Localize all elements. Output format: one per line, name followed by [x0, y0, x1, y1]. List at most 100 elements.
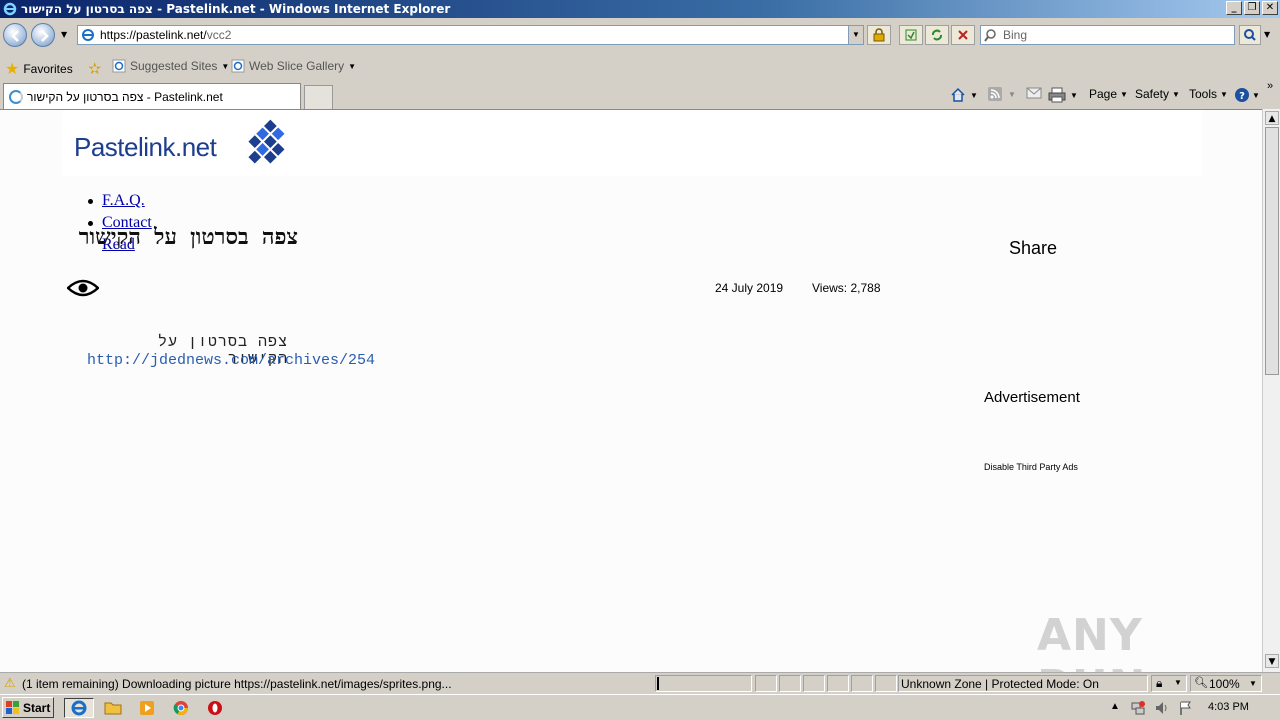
- address-bar[interactable]: https://pastelink.net/vcc2 ▼: [77, 25, 864, 45]
- volume-icon[interactable]: [1154, 700, 1170, 716]
- scroll-thumb[interactable]: [1265, 127, 1279, 375]
- refresh-button[interactable]: [925, 25, 949, 45]
- safety-menu-label: Safety: [1135, 87, 1170, 101]
- web-slice-gallery-link[interactable]: Web Slice Gallery ▼: [231, 59, 356, 73]
- post-views: Views: 2,788: [812, 281, 881, 295]
- chevron-down-icon: ▼: [1172, 89, 1180, 99]
- toolbar-overflow-icon[interactable]: »: [1267, 80, 1273, 92]
- close-button[interactable]: ✕: [1262, 1, 1278, 15]
- site-logo[interactable]: Pastelink.net: [74, 132, 217, 163]
- chevron-down-icon: ▼: [1174, 678, 1182, 687]
- status-message-cell: (1 item remaining) Downloading picture h…: [0, 675, 652, 692]
- logo-diamond-icon: [248, 119, 285, 164]
- start-button[interactable]: Start: [2, 697, 54, 718]
- chevron-down-icon: ▼: [1249, 679, 1257, 688]
- page-menu[interactable]: Page ▼: [1089, 87, 1128, 101]
- stop-x-icon: [958, 30, 968, 40]
- forward-button[interactable]: [31, 23, 55, 47]
- opera-icon: [208, 701, 222, 715]
- chrome-icon: [173, 701, 188, 715]
- search-icon: [984, 29, 996, 42]
- add-to-favorites-bar-button[interactable]: ✫: [88, 59, 101, 79]
- new-tab-button[interactable]: [304, 85, 333, 109]
- printer-icon: [1048, 87, 1066, 103]
- security-lock-button[interactable]: [867, 25, 891, 45]
- nav-item-faq: F.A.Q.: [88, 190, 152, 212]
- scroll-down-arrow-icon[interactable]: ▼: [1265, 654, 1279, 668]
- taskbar-ie-button[interactable]: [64, 698, 94, 718]
- window-title: צפה בסרטון על הקישור - Pastelink.net - W…: [21, 2, 451, 16]
- safety-menu[interactable]: Safety ▼: [1135, 87, 1180, 101]
- page-icon: [82, 29, 94, 41]
- taskbar-opera-button[interactable]: [203, 698, 227, 718]
- tab-row: צפה בסרטון על הקישור - Pastelink.net ▼ ▼…: [0, 80, 1280, 109]
- suggested-sites-link[interactable]: Suggested Sites ▼: [112, 59, 229, 73]
- status-cell: [779, 675, 801, 692]
- ie-page-icon: [231, 59, 245, 73]
- folder-icon: [104, 702, 122, 715]
- windows-logo-icon: [6, 700, 19, 714]
- logo-tld: .net: [175, 132, 217, 162]
- progress-fill: [657, 677, 659, 690]
- eye-icon: [67, 279, 99, 297]
- home-button[interactable]: ▼: [950, 87, 978, 103]
- disable-ads-link[interactable]: Disable Third Party Ads: [984, 462, 1078, 472]
- history-dropdown-icon[interactable]: ▼: [61, 30, 67, 39]
- page-viewport: Pastelink.net F.A.Q. Contact Read צפה בס…: [0, 109, 1262, 672]
- logo-name: Pastelink: [74, 132, 176, 162]
- start-label: Start: [23, 700, 51, 715]
- chevron-down-icon: ▼: [348, 61, 357, 71]
- taskbar-explorer-button[interactable]: [101, 698, 125, 718]
- media-player-icon: [140, 701, 154, 715]
- loading-spinner-icon: [9, 89, 23, 104]
- back-arrow-icon: [11, 30, 19, 42]
- network-icon[interactable]: [1130, 700, 1146, 716]
- compatibility-view-button[interactable]: [899, 25, 923, 45]
- search-placeholder: Bing: [1003, 28, 1028, 42]
- taskbar-media-player-button[interactable]: [135, 698, 159, 718]
- navigation-bar: ▼ https://pastelink.net/vcc2 ▼ Bing ▼: [0, 18, 1280, 52]
- ie-logo-icon: [3, 2, 17, 16]
- chevron-down-icon: ▼: [1008, 89, 1016, 99]
- svg-text:?: ?: [1239, 91, 1245, 102]
- page-menu-label: Page: [1089, 87, 1118, 101]
- favorites-button[interactable]: ★ Favorites: [5, 59, 73, 79]
- system-clock[interactable]: 4:03 PM: [1208, 701, 1249, 713]
- status-cell: [803, 675, 825, 692]
- suggested-sites-label: Suggested Sites: [130, 59, 218, 73]
- read-mail-button[interactable]: [1026, 87, 1042, 99]
- search-button[interactable]: [1239, 25, 1261, 45]
- mail-icon: [1026, 87, 1042, 99]
- search-input[interactable]: Bing: [980, 25, 1235, 45]
- search-dropdown-icon[interactable]: ▼: [1264, 30, 1270, 39]
- status-message: (1 item remaining) Downloading picture h…: [22, 677, 452, 691]
- print-button[interactable]: ▼: [1048, 87, 1078, 103]
- nav-link-faq[interactable]: F.A.Q.: [102, 192, 145, 210]
- security-zone-cell[interactable]: Unknown Zone | Protected Mode: On: [898, 675, 1148, 692]
- tray-expand-icon[interactable]: ▲: [1110, 701, 1120, 712]
- paste-body-link[interactable]: http://jdednews.com/archives/254: [87, 352, 375, 369]
- zoom-control[interactable]: 🔍︎ 100% ▼: [1190, 675, 1262, 692]
- minimize-button[interactable]: _: [1226, 1, 1242, 15]
- action-center-flag-icon[interactable]: [1178, 700, 1194, 716]
- taskbar-chrome-button[interactable]: [169, 698, 193, 718]
- post-title: צפה בסרטון על הקישור: [78, 225, 298, 250]
- chevron-down-icon: ▼: [970, 90, 978, 100]
- maximize-button[interactable]: ❐: [1244, 1, 1260, 15]
- stop-button[interactable]: [951, 25, 975, 45]
- tools-menu[interactable]: Tools ▼: [1189, 87, 1228, 101]
- forward-arrow-icon: [41, 30, 49, 42]
- tab-current[interactable]: צפה בסרטון על הקישור - Pastelink.net: [3, 83, 301, 109]
- back-button[interactable]: [3, 23, 27, 47]
- chevron-down-icon: ▼: [1070, 90, 1078, 100]
- url-path: vcc2: [206, 28, 232, 42]
- rss-feed-icon: [988, 87, 1002, 101]
- address-dropdown-icon[interactable]: ▼: [848, 26, 863, 44]
- magnifier-icon: [1244, 29, 1256, 41]
- vertical-scrollbar[interactable]: ▲ ▼: [1262, 109, 1280, 672]
- scroll-up-arrow-icon[interactable]: ▲: [1265, 111, 1279, 125]
- feeds-button[interactable]: ▼: [988, 87, 1016, 101]
- help-menu[interactable]: ? ▼: [1234, 87, 1260, 103]
- zoom-icon: 🔍︎: [1194, 677, 1208, 689]
- protected-mode-cell[interactable]: 🔒︎ ▼: [1151, 675, 1187, 692]
